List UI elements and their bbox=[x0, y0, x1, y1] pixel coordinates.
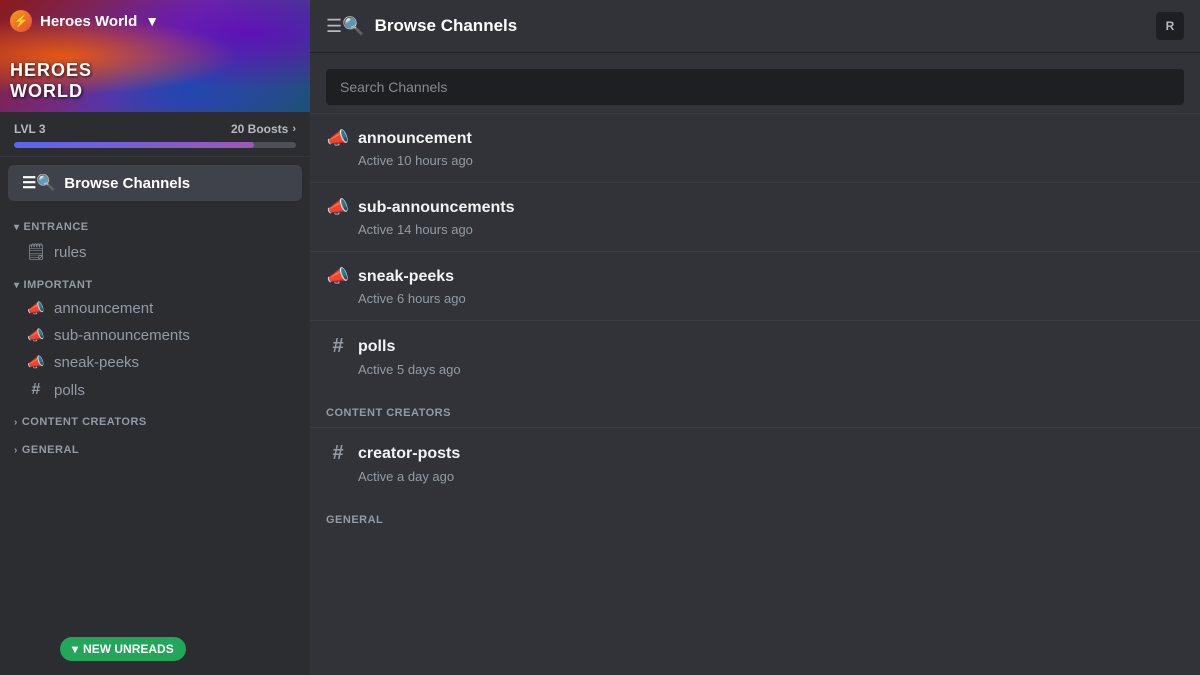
channel-sneak-peeks-label: sneak-peeks bbox=[54, 354, 139, 371]
level-label: LVL 3 bbox=[14, 122, 46, 136]
page-title: Browse Channels bbox=[375, 16, 518, 36]
channel-card-polls-name: polls bbox=[358, 338, 395, 356]
channel-card-creator-posts-activity: Active a day ago bbox=[326, 469, 1184, 484]
channel-card-sub-announcements-icon: 📣 bbox=[326, 197, 350, 218]
browse-channels-header-icon: ☰🔍 bbox=[326, 16, 365, 37]
channel-announcement[interactable]: 📣 announcement bbox=[6, 295, 304, 322]
boost-arrow-icon: › bbox=[292, 123, 296, 135]
chevron-down-icon: ▼ bbox=[145, 13, 159, 29]
announcement-icon: 📣 bbox=[26, 300, 46, 317]
category-content-creators[interactable]: › CONTENT CREATORS bbox=[0, 404, 310, 432]
level-info: LVL 3 20 Boosts › bbox=[14, 122, 296, 136]
channel-rules[interactable]: 🗒 rules bbox=[6, 237, 304, 267]
boosts-info[interactable]: 20 Boosts › bbox=[231, 122, 296, 136]
channel-card-creator-posts-name: creator-posts bbox=[358, 445, 460, 463]
server-name-label: Heroes World bbox=[40, 13, 137, 30]
channel-card-sneak-peeks-activity: Active 6 hours ago bbox=[326, 291, 1184, 306]
new-unreads-arrow-icon: ▾ bbox=[72, 642, 78, 656]
sidebar: ⚡ Heroes World ▼ HEROESWORLD LVL 3 20 Bo… bbox=[0, 0, 310, 675]
main-header: ☰🔍 Browse Channels R bbox=[310, 0, 1200, 53]
channel-card-announcement-name: announcement bbox=[358, 130, 472, 148]
channel-card-polls-icon: # bbox=[326, 335, 350, 358]
category-content-creators-label: CONTENT CREATORS bbox=[22, 416, 147, 428]
polls-hash-icon: # bbox=[26, 381, 46, 399]
channel-card-sneak-peeks-name-row: 📣 sneak-peeks bbox=[326, 266, 1184, 287]
progress-bar-background bbox=[14, 142, 296, 148]
progress-bar-fill bbox=[14, 142, 254, 148]
channel-card-sub-announcements[interactable]: 📣 sub-announcements Active 14 hours ago bbox=[310, 182, 1200, 251]
category-entrance[interactable]: ▾ ENTRANCE bbox=[0, 209, 310, 237]
category-general-label: GENERAL bbox=[22, 444, 79, 456]
channel-card-polls-name-row: # polls bbox=[326, 335, 1184, 358]
header-right-label: R bbox=[1166, 19, 1175, 33]
server-banner: ⚡ Heroes World ▼ HEROESWORLD bbox=[0, 0, 310, 112]
channel-card-sub-announcements-activity: Active 14 hours ago bbox=[326, 222, 1184, 237]
channel-polls-label: polls bbox=[54, 382, 85, 399]
browse-channels-sidebar-label: Browse Channels bbox=[64, 175, 190, 192]
channel-card-announcement-activity: Active 10 hours ago bbox=[326, 153, 1184, 168]
section-content-creators: CONTENT CREATORS bbox=[310, 391, 1200, 427]
sidebar-channels-list: ▾ ENTRANCE 🗒 rules ▾ IMPORTANT 📣 announc… bbox=[0, 205, 310, 675]
channel-card-creator-posts[interactable]: # creator-posts Active a day ago bbox=[310, 427, 1200, 498]
category-important-label: IMPORTANT bbox=[24, 279, 93, 291]
category-entrance-arrow: ▾ bbox=[14, 222, 20, 233]
boosts-label: 20 Boosts bbox=[231, 122, 288, 136]
channel-card-sneak-peeks[interactable]: 📣 sneak-peeks Active 6 hours ago bbox=[310, 251, 1200, 320]
channel-card-announcement-icon: 📣 bbox=[326, 128, 350, 149]
channel-polls[interactable]: # polls bbox=[6, 376, 304, 404]
channel-card-announcement[interactable]: 📣 announcement Active 10 hours ago bbox=[310, 113, 1200, 182]
category-important-arrow: ▾ bbox=[14, 280, 20, 291]
server-icon: ⚡ bbox=[10, 10, 32, 32]
category-general-arrow: › bbox=[14, 445, 18, 456]
channel-sneak-peeks[interactable]: 📣 sneak-peeks bbox=[6, 349, 304, 376]
search-bar-container bbox=[310, 53, 1200, 113]
main-content: ☰🔍 Browse Channels R 📣 announcement Acti… bbox=[310, 0, 1200, 675]
channel-announcement-label: announcement bbox=[54, 300, 153, 317]
category-entrance-label: ENTRANCE bbox=[24, 221, 89, 233]
channel-card-announcement-name-row: 📣 announcement bbox=[326, 128, 1184, 149]
server-header: ⚡ Heroes World ▼ bbox=[10, 10, 300, 32]
search-input[interactable] bbox=[326, 69, 1184, 105]
channel-card-sneak-peeks-name: sneak-peeks bbox=[358, 268, 454, 286]
channels-list: 📣 announcement Active 10 hours ago 📣 sub… bbox=[310, 113, 1200, 675]
category-content-creators-arrow: › bbox=[14, 417, 18, 428]
channel-sub-announcements-label: sub-announcements bbox=[54, 327, 190, 344]
new-unreads-label: NEW UNREADS bbox=[83, 642, 174, 656]
new-unreads-badge[interactable]: ▾ NEW UNREADS bbox=[60, 637, 186, 661]
channel-card-polls-activity: Active 5 days ago bbox=[326, 362, 1184, 377]
channel-sub-announcements[interactable]: 📣 sub-announcements bbox=[6, 322, 304, 349]
header-right-button[interactable]: R bbox=[1156, 12, 1184, 40]
browse-channels-sidebar-item[interactable]: ☰🔍 Browse Channels bbox=[8, 165, 302, 201]
rules-icon: 🗒 bbox=[26, 242, 46, 262]
channel-card-sub-announcements-name-row: 📣 sub-announcements bbox=[326, 197, 1184, 218]
level-bar-section: LVL 3 20 Boosts › bbox=[0, 112, 310, 157]
server-name-row[interactable]: ⚡ Heroes World ▼ bbox=[10, 10, 159, 32]
channel-card-sneak-peeks-icon: 📣 bbox=[326, 266, 350, 287]
category-important[interactable]: ▾ IMPORTANT bbox=[0, 267, 310, 295]
browse-channels-icon: ☰🔍 bbox=[22, 173, 56, 193]
sub-announcements-icon: 📣 bbox=[26, 327, 46, 344]
banner-text: HEROESWORLD bbox=[10, 60, 92, 102]
channel-card-polls[interactable]: # polls Active 5 days ago bbox=[310, 320, 1200, 391]
channel-rules-label: rules bbox=[54, 244, 87, 261]
section-general: GENERAL bbox=[310, 498, 1200, 534]
channel-card-creator-posts-icon: # bbox=[326, 442, 350, 465]
channel-card-sub-announcements-name: sub-announcements bbox=[358, 199, 514, 217]
channel-card-creator-posts-name-row: # creator-posts bbox=[326, 442, 1184, 465]
sneak-peeks-icon: 📣 bbox=[26, 354, 46, 371]
category-general[interactable]: › GENERAL bbox=[0, 432, 310, 460]
